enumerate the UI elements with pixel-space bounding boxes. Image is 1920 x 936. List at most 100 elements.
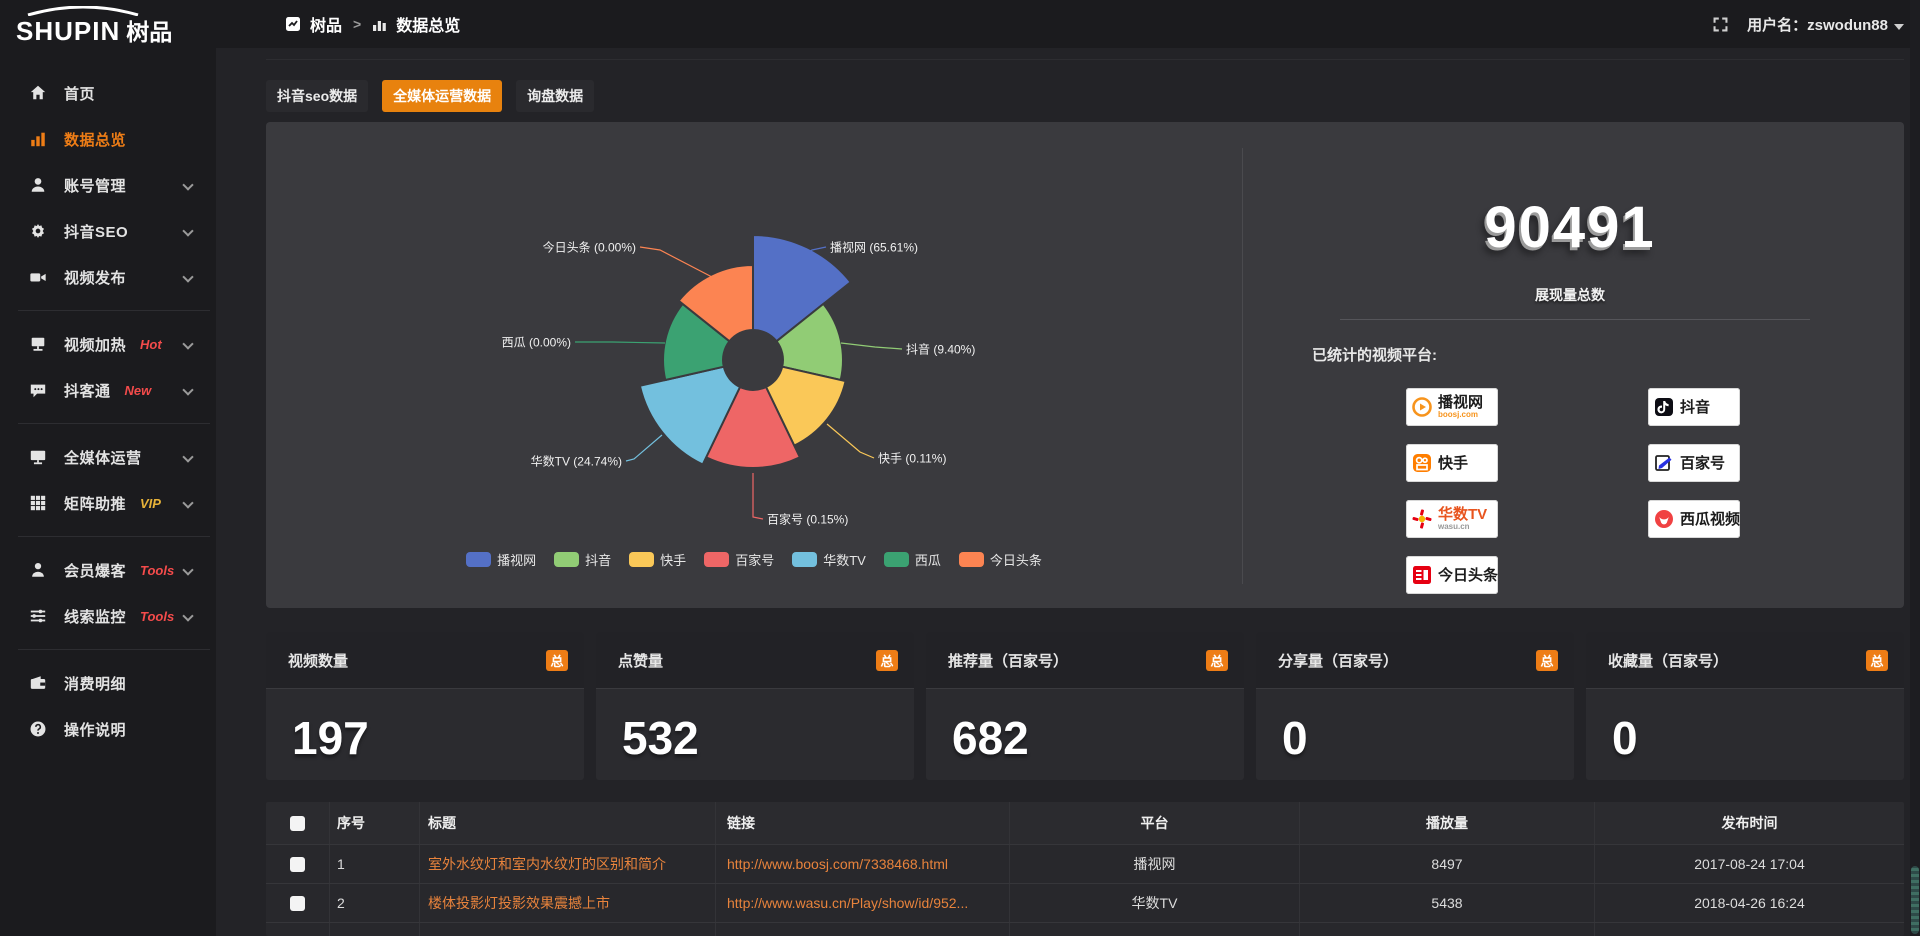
sidebar-item-clue-monitor[interactable]: 线索监控Tools xyxy=(0,593,216,639)
platforms-label: 已统计的视频平台: xyxy=(1312,344,1437,365)
row-checkbox[interactable] xyxy=(290,857,305,872)
sidebar-item-home[interactable]: 首页 xyxy=(0,70,216,116)
video-title-link[interactable]: 楼体投影灯投影效果震撼上市 xyxy=(428,893,610,913)
stat-card-total-badge[interactable]: 总 xyxy=(876,650,898,671)
breadcrumb-root[interactable]: 树品 xyxy=(310,12,342,36)
stat-card-1: 点赞量 总 532 xyxy=(596,632,914,780)
breadcrumb-separator: > xyxy=(353,16,361,32)
sidebar-item-badge: Hot xyxy=(140,337,162,352)
wallet-icon xyxy=(28,673,48,693)
video-table: 序号标题链接平台播放量发布时间1室外水纹灯和室内水纹灯的区别和简介http://… xyxy=(266,802,1904,936)
chevron-down-icon xyxy=(182,179,193,190)
home-icon xyxy=(28,83,48,103)
cell-index: 2 xyxy=(330,884,420,922)
sidebar-item-douketong[interactable]: 抖客通New xyxy=(0,367,216,413)
chevron-down-icon xyxy=(182,610,193,621)
stat-card-label: 点赞量 xyxy=(618,650,663,671)
sidebar-item-matrix-boost[interactable]: 矩阵助推VIP xyxy=(0,480,216,526)
chevron-down-icon xyxy=(182,497,193,508)
platform-name: 华数TV xyxy=(1438,507,1487,522)
legend-item-5[interactable]: 西瓜 xyxy=(884,550,941,569)
topbar-right: 用户名：zswodun88 xyxy=(1712,14,1904,35)
legend-item-2[interactable]: 快手 xyxy=(629,550,686,569)
video-url-link[interactable]: http://www.boosj.com/7338468.html xyxy=(727,856,948,872)
table-row xyxy=(266,922,1904,936)
sidebar-item-media-operation[interactable]: 全媒体运营 xyxy=(0,434,216,480)
stat-card-total-badge[interactable]: 总 xyxy=(1866,650,1888,671)
table-header-plays: 播放量 xyxy=(1300,802,1595,844)
chevron-down-icon xyxy=(182,384,193,395)
sidebar-item-label: 视频加热 xyxy=(64,334,126,355)
sidebar-item-video-publish[interactable]: 视频发布 xyxy=(0,254,216,300)
data-tabs: 抖音seo数据全媒体运营数据询盘数据 xyxy=(266,80,594,112)
sidebar-item-badge: New xyxy=(125,383,152,398)
pie-svg xyxy=(266,122,1242,608)
user-menu[interactable]: 用户名：zswodun88 xyxy=(1747,14,1904,35)
legend-label: 华数TV xyxy=(823,550,866,569)
tab-1[interactable]: 全媒体运营数据 xyxy=(382,80,502,112)
video-title-link[interactable]: 室外水纹灯和室内水纹灯的区别和简介 xyxy=(428,854,666,874)
scrollbar-thumb[interactable] xyxy=(1911,866,1919,934)
pie-leader-line-6 xyxy=(640,247,712,277)
sidebar-item-label: 账号管理 xyxy=(64,175,126,196)
sidebar-item-help[interactable]: 操作说明 xyxy=(0,706,216,752)
stat-card-0: 视频数量总197 xyxy=(266,632,584,780)
sidebar-item-video-heat[interactable]: 视频加热 Hot xyxy=(0,321,216,367)
sidebar-divider xyxy=(18,310,210,311)
username-label: 用户名： xyxy=(1747,17,1807,34)
toutiao-logo-icon xyxy=(1411,564,1433,586)
sidebar-item-member-baoke[interactable]: 会员爆客Tools xyxy=(0,547,216,593)
stat-card-header: 分享量（百家号） 总 xyxy=(1256,632,1574,689)
table-header-index: 序号 xyxy=(330,802,420,844)
total-impressions-value: 90491 xyxy=(1370,194,1770,261)
legend-item-1[interactable]: 抖音 xyxy=(554,550,611,569)
table-header-link: 链接 xyxy=(716,802,1010,844)
stat-card-total-badge[interactable]: 总 xyxy=(1206,650,1228,671)
table-header-checkbox xyxy=(266,802,330,844)
sidebar-item-expense-detail[interactable]: 消费明细 xyxy=(0,660,216,706)
platform-badge-wasu: 华数TVwasu.cn xyxy=(1406,500,1498,538)
stat-card-value: 532 xyxy=(596,689,914,765)
logo-arc-icon xyxy=(24,6,142,16)
breadcrumb: 树品 > 数据总览 xyxy=(285,12,460,36)
legend-label: 快手 xyxy=(660,550,686,569)
sidebar-item-douyin-seo[interactable]: 抖音SEO xyxy=(0,208,216,254)
stat-card-total-badge[interactable]: 总 xyxy=(546,650,568,671)
row-checkbox[interactable] xyxy=(290,896,305,911)
legend-item-0[interactable]: 播视网 xyxy=(466,550,536,569)
sidebar-divider xyxy=(18,536,210,537)
stat-card-label: 分享量（百家号） xyxy=(1278,650,1398,671)
legend-marker xyxy=(554,552,579,567)
cell-published: 2018-04-26 16:24 xyxy=(1595,884,1904,922)
legend-label: 百家号 xyxy=(735,550,774,569)
video-icon xyxy=(28,267,48,287)
sidebar-divider xyxy=(18,423,210,424)
sidebar-item-data-overview[interactable]: 数据总览 xyxy=(0,116,216,162)
chevron-down-icon xyxy=(182,225,193,236)
legend-item-6[interactable]: 今日头条 xyxy=(959,550,1042,569)
fullscreen-icon[interactable] xyxy=(1712,16,1729,33)
rose-pie-chart: 播视网 (65.61%)抖音 (9.40%)快手 (0.11%)百家号 (0.1… xyxy=(266,122,1242,608)
tab-2[interactable]: 询盘数据 xyxy=(516,80,594,112)
pie-label-5: 西瓜 (0.00%) xyxy=(502,334,571,351)
stat-card-total-badge[interactable]: 总 xyxy=(1536,650,1558,671)
chart-icon xyxy=(28,129,48,149)
platform-name: 西瓜视频 xyxy=(1680,512,1740,527)
platform-name: 百家号 xyxy=(1680,456,1725,471)
sidebar-item-label: 全媒体运营 xyxy=(64,447,142,468)
select-all-checkbox[interactable] xyxy=(290,816,305,831)
pie-leader-line-1 xyxy=(841,343,902,349)
sidebar-item-badge: VIP xyxy=(140,496,161,511)
platform-badge-douyin: 抖音 xyxy=(1648,388,1740,426)
pie-label-3: 百家号 (0.15%) xyxy=(767,511,848,528)
sidebar-item-label: 消费明细 xyxy=(64,673,126,694)
video-url-link[interactable]: http://www.wasu.cn/Play/show/id/952... xyxy=(727,895,968,911)
pie-leader-line-2 xyxy=(827,424,874,458)
tab-0[interactable]: 抖音seo数据 xyxy=(266,80,368,112)
member-icon xyxy=(28,560,48,580)
sidebar-item-account-manage[interactable]: 账号管理 xyxy=(0,162,216,208)
legend-item-3[interactable]: 百家号 xyxy=(704,550,774,569)
baijiahao-logo-icon xyxy=(1653,452,1675,474)
legend-item-4[interactable]: 华数TV xyxy=(792,550,866,569)
legend-marker xyxy=(704,552,729,567)
